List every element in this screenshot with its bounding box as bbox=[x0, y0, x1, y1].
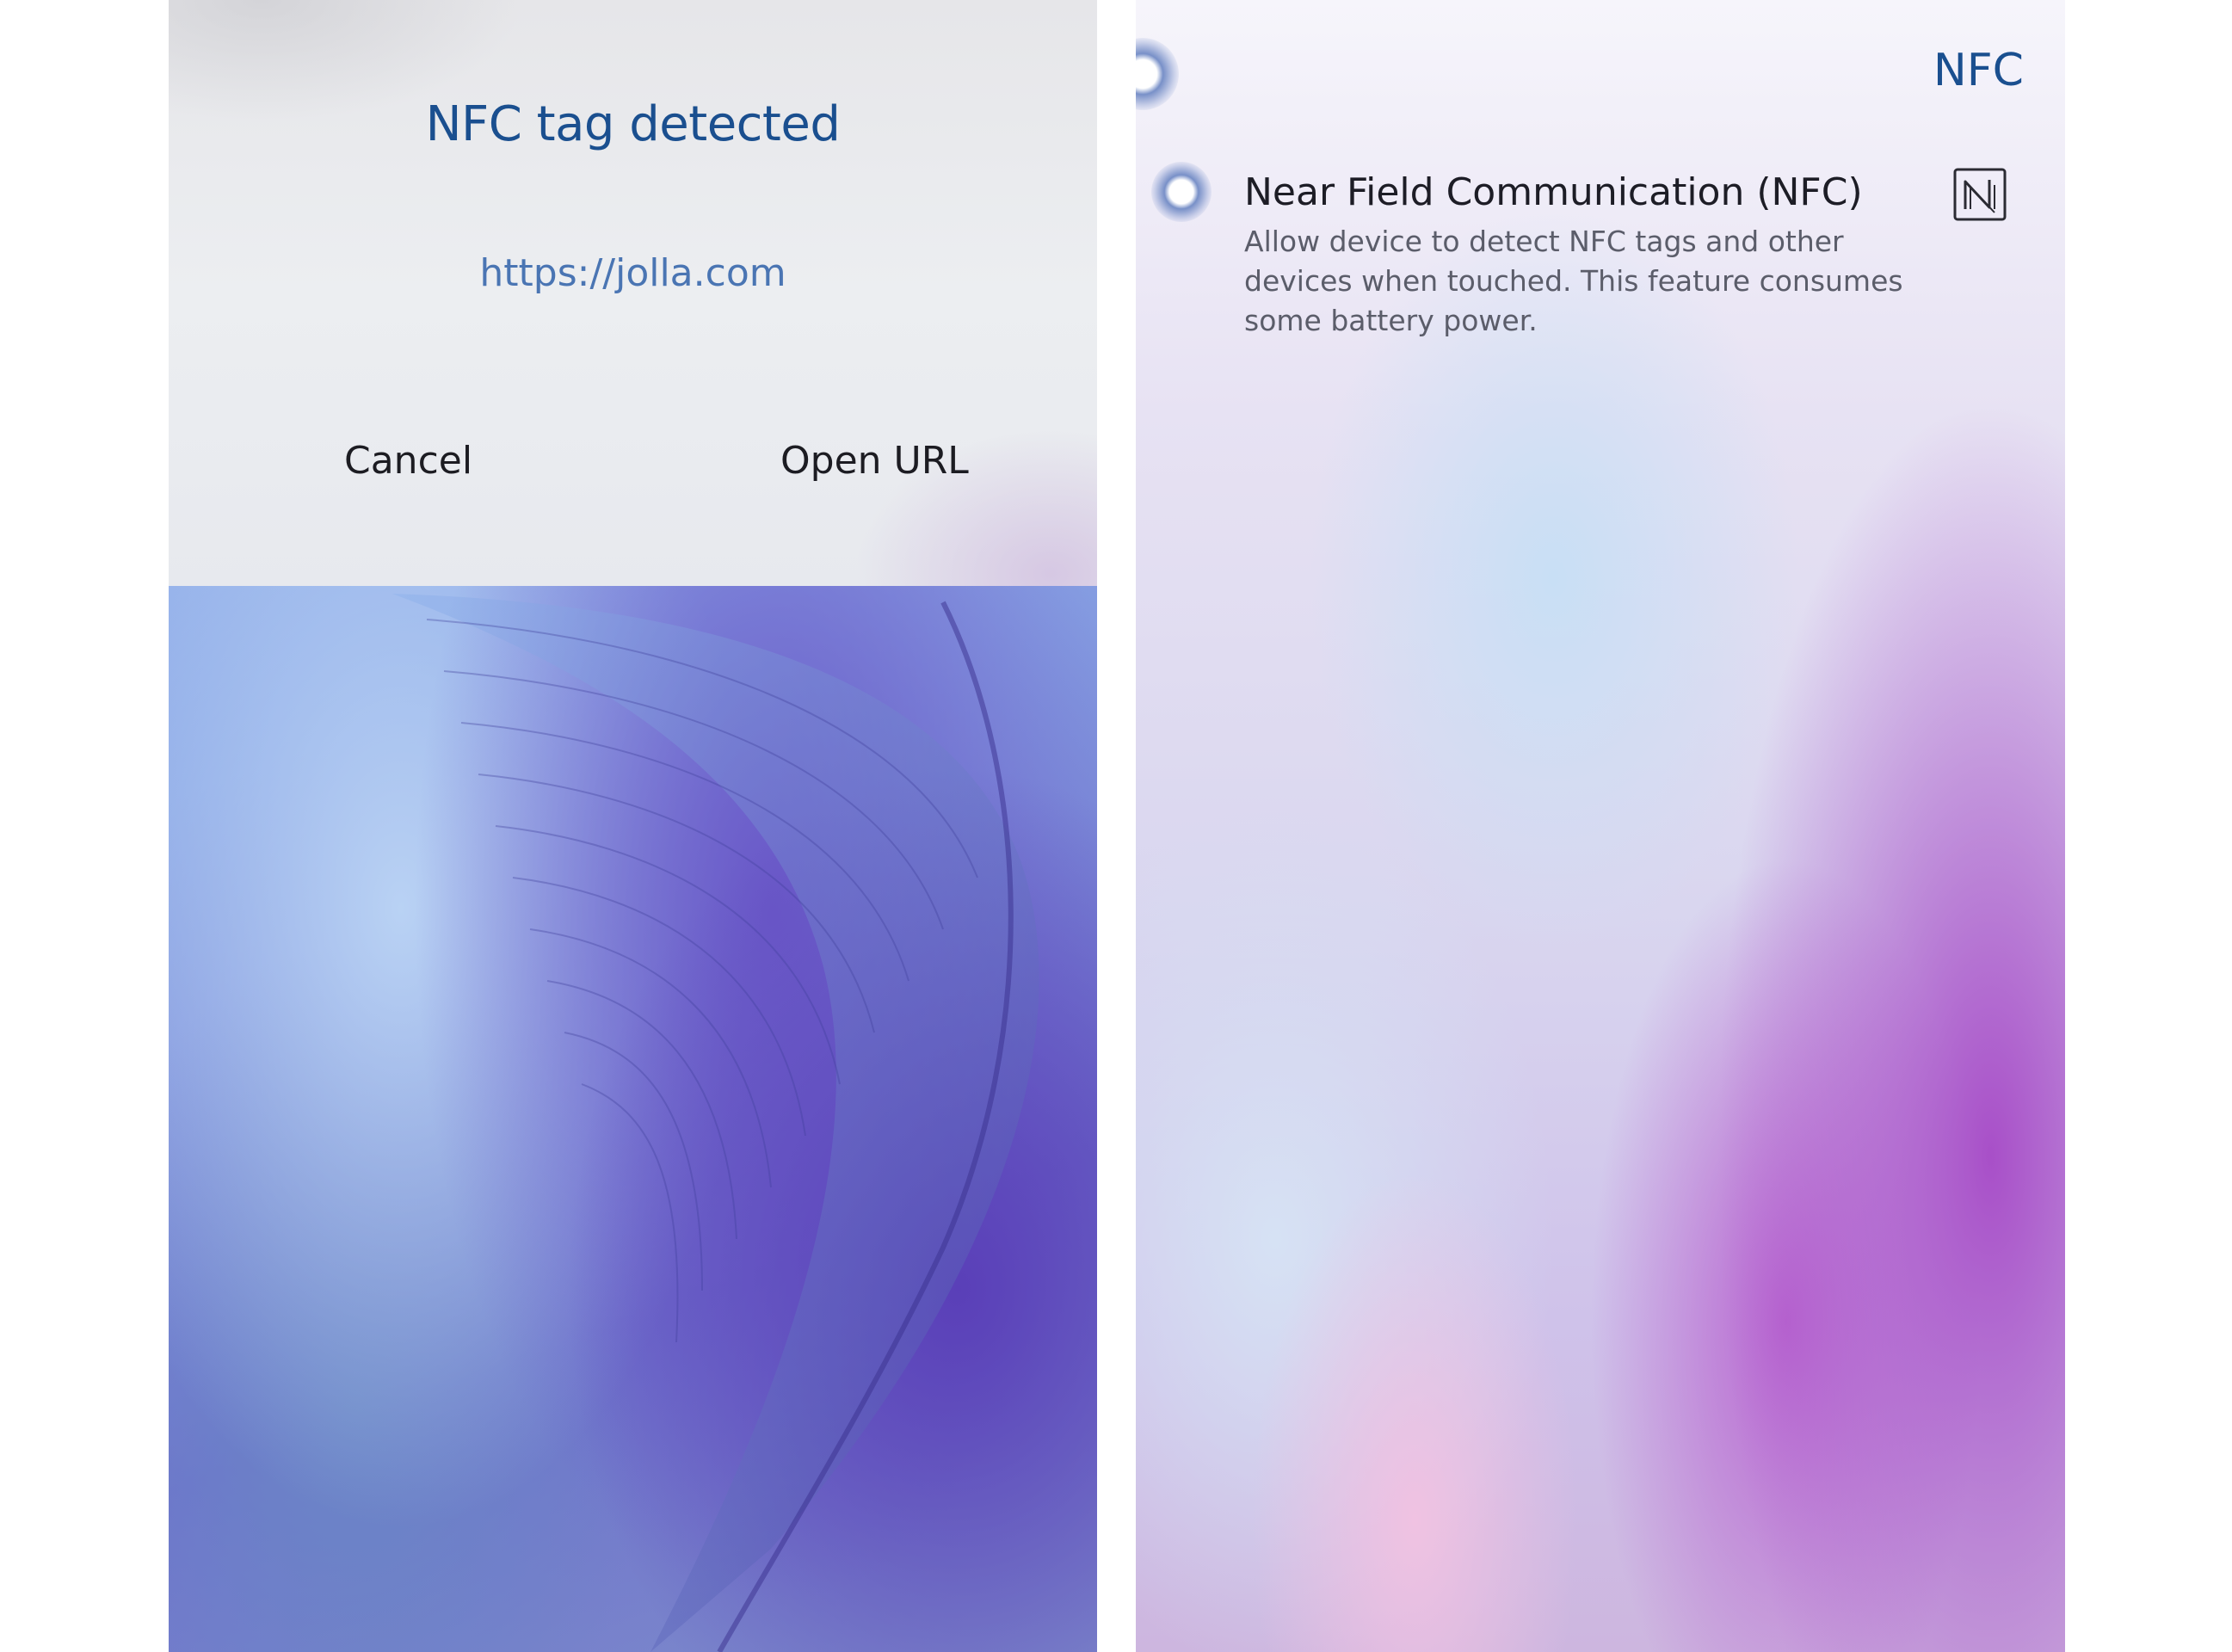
nfc-setting-description: Allow device to detect NFC tags and othe… bbox=[1244, 225, 1903, 337]
page-title: NFC bbox=[1933, 45, 2024, 96]
cancel-button[interactable]: Cancel bbox=[344, 439, 472, 483]
right-phone-screen: NFC Near Field Communication (NFC) Allow… bbox=[1136, 0, 2065, 1652]
nfc-n-icon bbox=[1953, 168, 2007, 221]
pulley-menu-indicator-icon bbox=[1136, 38, 1179, 110]
switch-indicator-icon[interactable] bbox=[1151, 162, 1212, 222]
open-url-button[interactable]: Open URL bbox=[780, 439, 969, 483]
dialog-title: NFC tag detected bbox=[425, 96, 841, 152]
nfc-detected-dialog: NFC tag detected https://jolla.com Cance… bbox=[169, 0, 1097, 586]
detected-url: https://jolla.com bbox=[479, 251, 786, 295]
left-phone-screen: NFC tag detected https://jolla.com Cance… bbox=[169, 0, 1097, 1652]
nfc-setting-title[interactable]: Near Field Communication (NFC) bbox=[1244, 170, 1863, 214]
